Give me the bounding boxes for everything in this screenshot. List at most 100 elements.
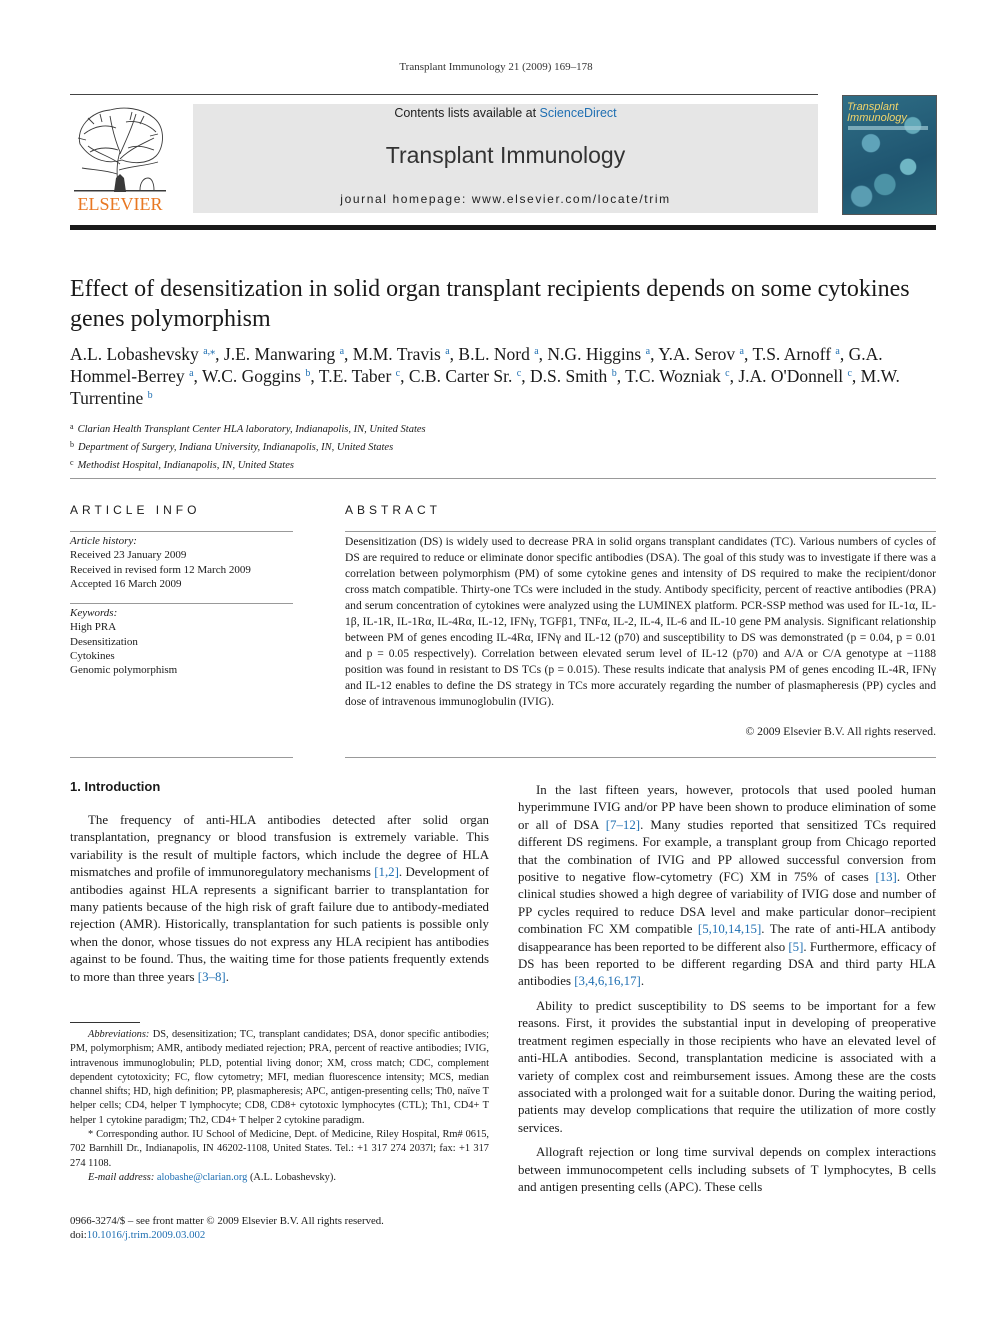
keyword: Cytokines [70,649,115,662]
author-affiliation-marker[interactable]: b [148,390,153,401]
citation-link[interactable]: [13] [875,870,896,884]
author[interactable]: Y.A. Serov [658,344,739,364]
cover-title: Transplant Immunology [847,101,907,124]
journal-title: Transplant Immunology [385,142,626,168]
doi-label: doi: [70,1229,87,1242]
divider [70,531,293,532]
affiliation: a Clarian Health Transplant Center HLA la… [70,419,936,437]
author-affiliation-marker[interactable]: c [847,368,851,379]
author-affiliation-marker[interactable]: c [517,368,521,379]
keyword: Desensitization [70,635,138,648]
body-column-left: The frequency of anti-HLA antibodies det… [70,812,489,986]
article-info-heading: ARTICLE INFO [70,503,201,517]
cover-subtitle-bar [848,126,928,130]
author-affiliation-marker[interactable]: a [340,346,344,357]
affiliations: a Clarian Health Transplant Center HLA la… [70,419,936,473]
abstract-text: Desensitization (DS) is widely used to d… [345,535,936,708]
author[interactable]: C.B. Carter Sr. [409,366,517,386]
running-head: Transplant Immunology 21 (2009) 169–178 [399,61,593,73]
affiliation-label: c [70,458,74,467]
affiliation: b Department of Surgery, Indiana Universi… [70,437,936,455]
divider [70,478,936,479]
citation-link[interactable]: [1,2] [374,865,399,879]
history-label: Article history: [70,535,137,547]
author-affiliation-marker[interactable]: a [445,346,449,357]
doi-line: doi:10.1016/j.trim.2009.03.002 [70,1228,489,1242]
author[interactable]: J.A. O'Donnell [738,366,847,386]
sciencedirect-link[interactable]: ScienceDirect [540,106,617,120]
author-affiliation-marker[interactable]: a [835,346,839,357]
author-affiliation-marker[interactable]: a [740,346,744,357]
email-label: E-mail address: [88,1171,155,1183]
corresponding-author-footnote: * Corresponding author. IU School of Med… [70,1129,489,1169]
article-title: Effect of desensitization in solid organ… [70,276,910,332]
affiliation-label: b [70,440,74,449]
abbreviations-label: Abbreviations: [88,1029,150,1040]
body-paragraph: Ability to predict susceptibility to DS … [518,998,936,1135]
author[interactable]: T.S. Arnoff [752,344,835,364]
body-paragraph: Allograft rejection or long time surviva… [518,1145,936,1194]
email-suffix: (A.L. Lobashevsky). [247,1171,336,1183]
author[interactable]: N.G. Higgins [547,344,645,364]
author[interactable]: A.L. Lobashevsky [70,344,203,364]
author[interactable]: B.L. Nord [458,344,534,364]
body-paragraph: The frequency of anti-HLA antibodies det… [70,813,489,984]
journal-homepage-link[interactable]: journal homepage: www.elsevier.com/locat… [193,192,818,206]
doi-link[interactable]: 10.1016/j.trim.2009.03.002 [87,1229,205,1241]
author-list: A.L. Lobashevsky a,⁎, J.E. Manwaring a, … [70,344,900,408]
keyword: Genomic polymorphism [70,664,178,677]
author-affiliation-marker[interactable]: b [612,368,617,379]
author[interactable]: W.C. Goggins [202,366,305,386]
author-affiliation-marker[interactable]: b [305,368,310,379]
elsevier-wordmark: ELSEVIER [78,194,163,214]
divider [70,757,293,758]
keyword: High PRA [70,621,117,634]
abbreviations-footnote: Abbreviations: DS, desensitization; TC, … [70,1028,489,1128]
issn-line: 0966-3274/$ – see front matter © 2009 El… [70,1215,384,1227]
author-affiliation-marker[interactable]: c [396,368,400,379]
journal-masthead: Contents lists available at ScienceDirec… [193,104,818,213]
author[interactable]: T.E. Taber [319,366,396,386]
section-heading-introduction: 1. Introduction [70,779,161,794]
citation-link[interactable]: [3,4,6,16,17] [574,974,641,988]
header-bottom-rule [70,225,936,230]
history-received: Received 23 January 2009 [70,549,187,562]
abstract-heading: ABSTRACT [345,503,442,517]
footnotes: Abbreviations: DS, desensitization; TC, … [70,1028,489,1185]
email-link[interactable]: alobashe@clarian.org [157,1172,247,1183]
affiliation-label: a [70,422,74,431]
affiliation-text: Department of Surgery, Indiana Universit… [78,442,394,453]
author[interactable]: M.M. Travis [353,344,445,364]
citation-link[interactable]: [3–8] [198,970,226,984]
footnote-rule [70,1022,140,1023]
history-revised: Received in revised form 12 March 2009 [70,563,251,576]
author-affiliation-marker[interactable]: a [189,368,193,379]
elsevier-logo[interactable]: ELSEVIER [70,104,170,214]
footer-identifiers: 0966-3274/$ – see front matter © 2009 El… [70,1214,489,1243]
author[interactable]: T.C. Wozniak [625,366,725,386]
author-affiliation-marker[interactable]: c [725,368,729,379]
affiliation-text: Clarian Health Transplant Center HLA lab… [77,424,426,435]
header-top-rule [70,94,818,95]
divider [345,531,936,532]
history-accepted: Accepted 16 March 2009 [70,577,182,590]
abbreviations-text: DS, desensitization; TC, transplant cand… [70,1029,489,1126]
author-affiliation-marker[interactable]: a [646,346,650,357]
contents-line: Contents lists available at ScienceDirec… [193,106,818,120]
email-footnote: E-mail address: alobashe@clarian.org (A.… [70,1171,489,1185]
journal-cover-image[interactable]: Transplant Immunology [842,95,937,215]
author-affiliation-marker[interactable]: a,⁎ [203,346,215,357]
article-history: Article history: Received 23 January 200… [70,534,293,591]
abstract-copyright: © 2009 Elsevier B.V. All rights reserved… [745,725,936,738]
author[interactable]: J.E. Manwaring [224,344,340,364]
citation-link[interactable]: [7–12] [606,818,640,832]
affiliation-text: Methodist Hospital, Indianapolis, IN, Un… [77,460,294,471]
elsevier-tree-icon: ELSEVIER [74,107,166,214]
author[interactable]: D.S. Smith [530,366,612,386]
citation-link[interactable]: [5,10,14,15] [698,922,761,936]
body-column-right: In the last fifteen years, however, prot… [518,782,936,1196]
author-affiliation-marker[interactable]: a [534,346,538,357]
keywords-label: Keywords: [70,607,118,619]
keywords: Keywords: High PRA Desensitization Cytok… [70,606,293,677]
citation-link[interactable]: [5] [788,940,803,954]
